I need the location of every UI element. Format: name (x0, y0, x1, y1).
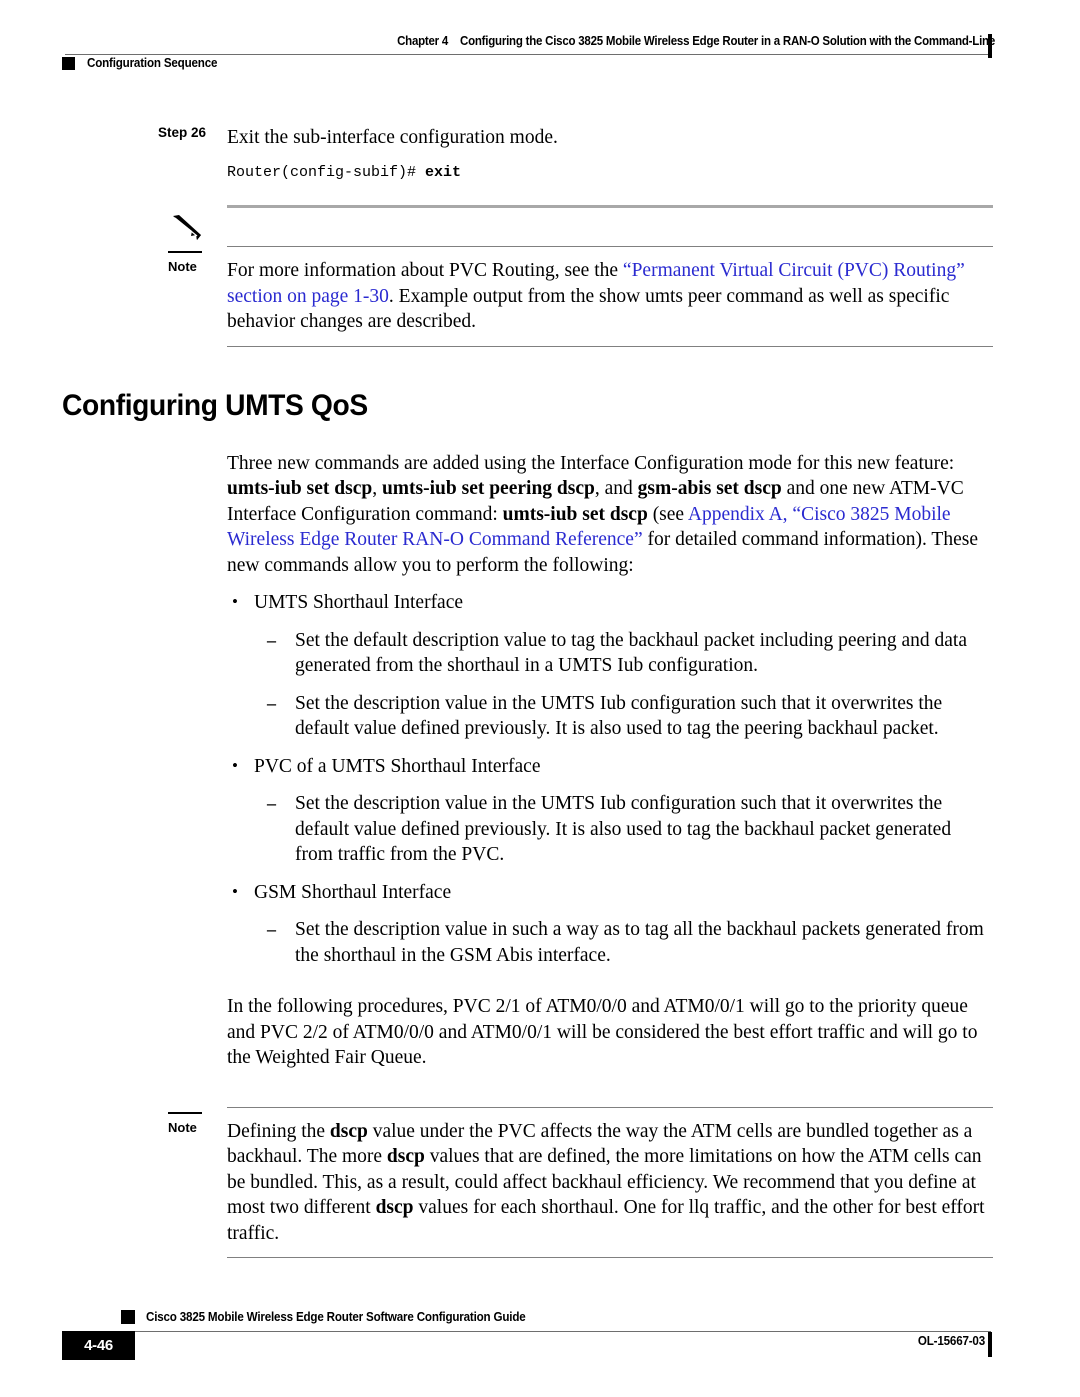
note-label-rule-2 (168, 1111, 202, 1114)
cli-code-block: Router(config-subif)# exit (227, 164, 1080, 181)
list-item: Set the description value in the UMTS Iu… (267, 691, 993, 742)
footer-square-marker-icon (121, 1310, 135, 1324)
cli-prompt: Router(config-subif)# (227, 164, 426, 181)
step-separator-rule (227, 205, 993, 208)
header-section-name: Configuration Sequence (87, 56, 218, 70)
note-text-2: Defining the dscp value under the PVC af… (227, 1108, 993, 1258)
pencil-icon (173, 215, 201, 240)
list-item: Set the description value in the UMTS Iu… (267, 791, 993, 868)
step-text: Exit the sub-interface configuration mod… (227, 127, 558, 148)
page-header: Chapter 4 Configuring the Cisco 3825 Mobi… (0, 0, 1080, 90)
note2-t1: Defining the (227, 1120, 330, 1142)
intro-b3: gsm-abis set dscp (637, 478, 782, 499)
header-chapter-line: Chapter 4 Configuring the Cisco 3825 Mobi… (360, 34, 995, 48)
intro-t3: , and (594, 478, 638, 499)
list-item: GSM Shorthaul Interface (232, 879, 993, 906)
intro-t2: , (372, 478, 382, 499)
document-page: Chapter 4 Configuring the Cisco 3825 Mobi… (0, 0, 1080, 1397)
intro-t1: Three new commands are added using the I… (227, 452, 955, 474)
list-item: Set the default description value to tag… (267, 628, 993, 679)
page-footer: Cisco 3825 Mobile Wireless Edge Router S… (0, 1310, 1080, 1380)
page-number-box: 4-46 (62, 1331, 135, 1360)
note2-b2: dscp (386, 1146, 425, 1167)
note1-text-part1: For more information about PVC Routing, … (227, 260, 623, 281)
page-number: 4-46 (84, 1337, 113, 1354)
footer-doc-id: OL-15667-03 (917, 1334, 985, 1348)
procedure-paragraph: In the following procedures, PVC 2/1 of … (227, 996, 978, 1068)
feature-bullet-list: UMTS Shorthaul Interface Set the default… (0, 589, 1080, 968)
intro-t5: (see (647, 503, 688, 525)
step-label: Step 26 (158, 125, 207, 140)
note-label-2: Note (168, 1119, 197, 1135)
intro-b2: umts-iub set peering dscp (381, 478, 595, 499)
list-item: Set the description value in such a way … (267, 917, 993, 968)
note2-b1: dscp (329, 1120, 368, 1142)
intro-paragraph: Three new commands are added using the I… (227, 451, 993, 579)
note-bottom-rule-1 (227, 345, 993, 347)
note-label-rule-1 (168, 251, 202, 253)
note2-b3: dscp (375, 1197, 414, 1218)
note-label-1: Note (168, 259, 197, 274)
list-item: UMTS Shorthaul Interface (232, 589, 993, 616)
note-block-2: Note Defining the dscp value under the P… (0, 1106, 1080, 1258)
intro-b1: umts-iub set dscp (227, 478, 373, 499)
intro-b4: umts-iub set dscp (502, 503, 648, 525)
step-block: Step 26 Exit the sub-interface configura… (0, 125, 1080, 181)
note-bottom-rule-2 (227, 1257, 993, 1258)
footer-right-tick-marker (988, 1332, 992, 1357)
page-content: Step 26 Exit the sub-interface configura… (0, 125, 1080, 1258)
header-chapter-label: Chapter 4 (397, 34, 449, 48)
footer-divider (80, 1331, 991, 1332)
cli-command: exit (425, 164, 462, 181)
section-heading: Configuring UMTS QoS (62, 388, 368, 422)
footer-guide-title: Cisco 3825 Mobile Wireless Edge Router S… (146, 1310, 526, 1324)
note-block-1: Note For more information about PVC Rout… (0, 215, 1080, 347)
header-square-marker-icon (62, 57, 75, 70)
note-text-1: For more information about PVC Routing, … (227, 247, 993, 346)
header-divider (65, 54, 991, 55)
list-item: PVC of a UMTS Shorthaul Interface (232, 753, 993, 780)
header-chapter-title: Configuring the Cisco 3825 Mobile Wirele… (460, 34, 995, 48)
header-right-tick-marker (988, 34, 992, 58)
